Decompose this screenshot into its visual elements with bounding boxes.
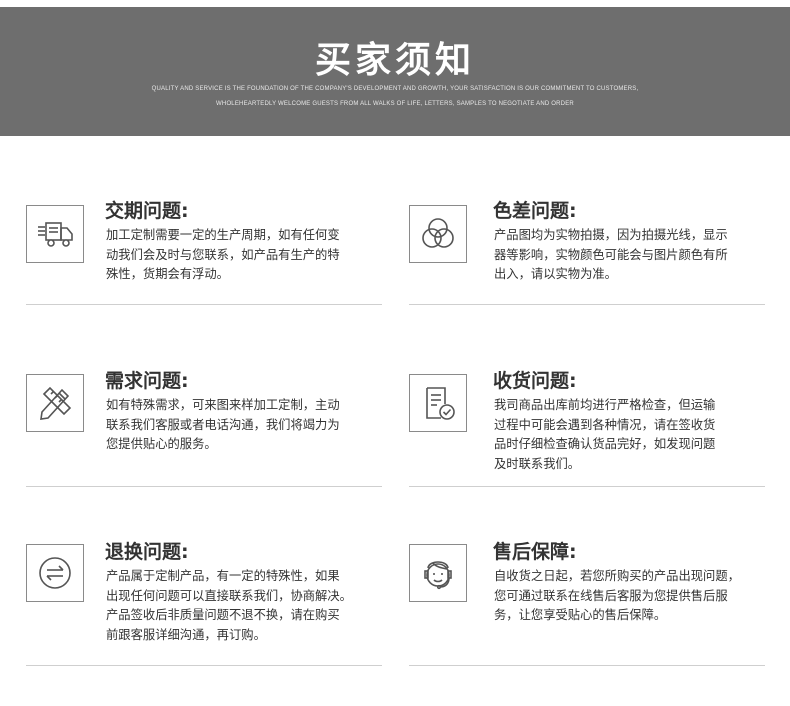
item-title-returns: 退换问题:	[105, 541, 189, 563]
item-text-requirements: 如有特殊需求，可来图来样加工定制，主动 联系我们客服或者电话沟通，我们将竭力为 …	[106, 398, 340, 451]
item-text-returns: 产品属于定制产品，有一定的特殊性，如果 出现任何问题可以直接联系我们，协商解决。…	[106, 569, 352, 642]
divider	[26, 486, 382, 487]
pencil-ruler-icon	[26, 374, 84, 432]
exchange-arrows-icon	[26, 544, 84, 602]
item-title-delivery: 交期问题:	[105, 200, 189, 222]
color-circles-icon	[409, 205, 467, 263]
divider	[26, 665, 382, 666]
divider	[409, 304, 765, 305]
header-banner: 买家须知 QUALITY AND SERVICE IS THE FOUNDATI…	[0, 7, 790, 136]
page-title: 买家须知	[314, 40, 475, 81]
item-title-color-difference: 色差问题:	[493, 200, 577, 222]
receipt-check-icon	[409, 374, 467, 432]
item-text-receiving: 我司商品出库前均进行严格检查，但运输 过程中可能会遇到各种情况，请在签收货 品时…	[494, 398, 716, 471]
item-title-receiving: 收货问题:	[493, 370, 577, 392]
item-title-requirements: 需求问题:	[105, 370, 189, 392]
customer-service-icon	[409, 544, 467, 602]
item-text-color-difference: 产品图均为实物拍摄，因为拍摄光线，显示 器等影响，实物颜色可能会与图片颜色有所 …	[494, 228, 728, 281]
item-text-after-sales: 自收货之日起，若您所购买的产品出现问题， 您可通过联系在线售后客服为您提供售后服…	[494, 569, 740, 622]
divider	[26, 304, 382, 305]
delivery-truck-icon	[26, 205, 84, 263]
divider	[409, 665, 765, 666]
top-gap	[0, 0, 790, 7]
banner-subtitle-line-2: WHOLEHEARTEDLY WELCOME GUESTS FROM ALL W…	[216, 101, 574, 107]
banner-subtitle-line-1: QUALITY AND SERVICE IS THE FOUNDATION OF…	[151, 86, 639, 92]
item-text-delivery: 加工定制需要一定的生产周期，如有任何变 动我们会及时与您联系，如产品有生产的特 …	[106, 228, 340, 281]
item-title-after-sales: 售后保障:	[493, 541, 577, 563]
divider	[409, 486, 765, 487]
